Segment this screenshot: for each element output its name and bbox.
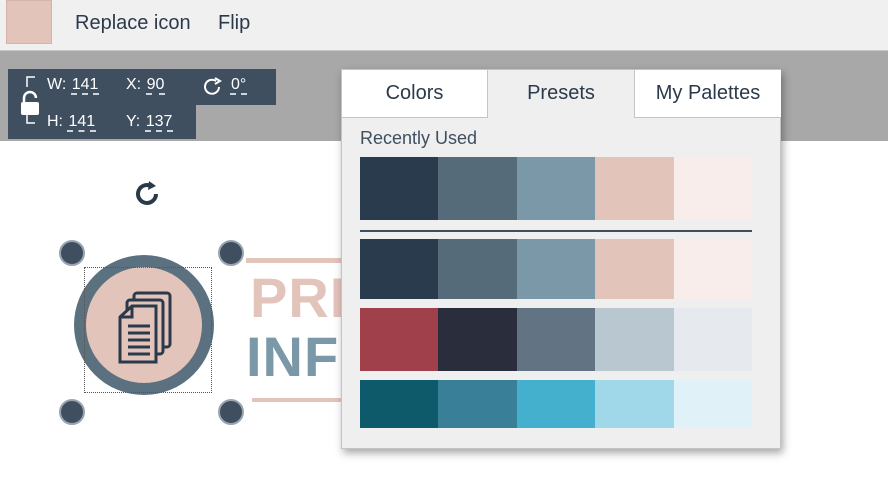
top-toolbar: Replace icon Flip [0,0,888,51]
link-bracket-bottom-icon [26,113,35,124]
palette-swatch[interactable] [516,157,596,220]
x-field[interactable]: X: 90 [126,76,166,95]
y-label: Y: [126,113,141,130]
palette-swatch[interactable] [673,308,753,371]
palette-preset-1[interactable] [360,239,753,299]
palette-recent[interactable] [360,157,753,220]
flip-button[interactable]: Flip [218,12,250,35]
resize-handle-bottom-left[interactable] [59,399,85,425]
palette-divider [360,230,752,232]
x-label: X: [126,76,142,93]
palette-swatch[interactable] [595,308,674,371]
palette-swatch[interactable] [438,380,517,428]
color-swatch-button[interactable] [6,0,52,44]
palette-swatch[interactable] [516,308,596,371]
rotation-icon [204,77,222,95]
palette-preset-2[interactable] [360,308,753,371]
tab-presets[interactable]: Presets [488,70,634,118]
palette-preset-3[interactable] [360,380,753,428]
palette-swatch[interactable] [438,157,517,220]
palette-swatch[interactable] [438,308,517,371]
recently-used-label: Recently Used [360,128,478,148]
y-value[interactable]: 137 [144,113,174,132]
tab-colors[interactable]: Colors [342,70,488,118]
x-value[interactable]: 90 [145,76,166,95]
logo-decor-line-bottom [252,398,342,402]
link-bracket-top-icon [26,76,35,87]
rotation-value[interactable]: 0° [230,76,248,95]
palette-swatch[interactable] [595,380,674,428]
palette-swatch[interactable] [438,239,517,299]
palette-swatch[interactable] [516,239,596,299]
palette-swatch[interactable] [360,157,439,220]
width-field[interactable]: W: 141 [47,76,100,95]
y-field[interactable]: Y: 137 [126,113,174,132]
selection-box [84,267,212,393]
resize-handle-bottom-right[interactable] [218,399,244,425]
palette-swatch[interactable] [595,239,674,299]
logo-text-line2[interactable]: INF [246,324,339,389]
palette-swatch[interactable] [673,380,753,428]
rotate-handle-icon[interactable] [130,176,166,212]
palette-swatch[interactable] [360,308,439,371]
height-field[interactable]: H: 141 [47,113,97,132]
palette-swatch[interactable] [360,239,439,299]
height-value[interactable]: 141 [67,113,97,132]
palette-swatch[interactable] [673,239,753,299]
rotation-field[interactable]: 0° [230,76,248,95]
palette-swatch[interactable] [673,157,753,220]
resize-handle-top-right[interactable] [218,240,244,266]
palette-swatch[interactable] [595,157,674,220]
width-value[interactable]: 141 [70,76,100,95]
palette-swatch[interactable] [516,380,596,428]
width-label: W: [47,76,67,93]
palette-swatch[interactable] [360,380,439,428]
tab-my-palettes[interactable]: My Palettes [634,70,781,118]
replace-icon-button[interactable]: Replace icon [75,12,191,35]
logo-decor-line-top [246,258,342,263]
height-label: H: [47,113,63,130]
palette-popup: Colors Presets My Palettes Recently Used [341,69,781,449]
resize-handle-top-left[interactable] [59,240,85,266]
